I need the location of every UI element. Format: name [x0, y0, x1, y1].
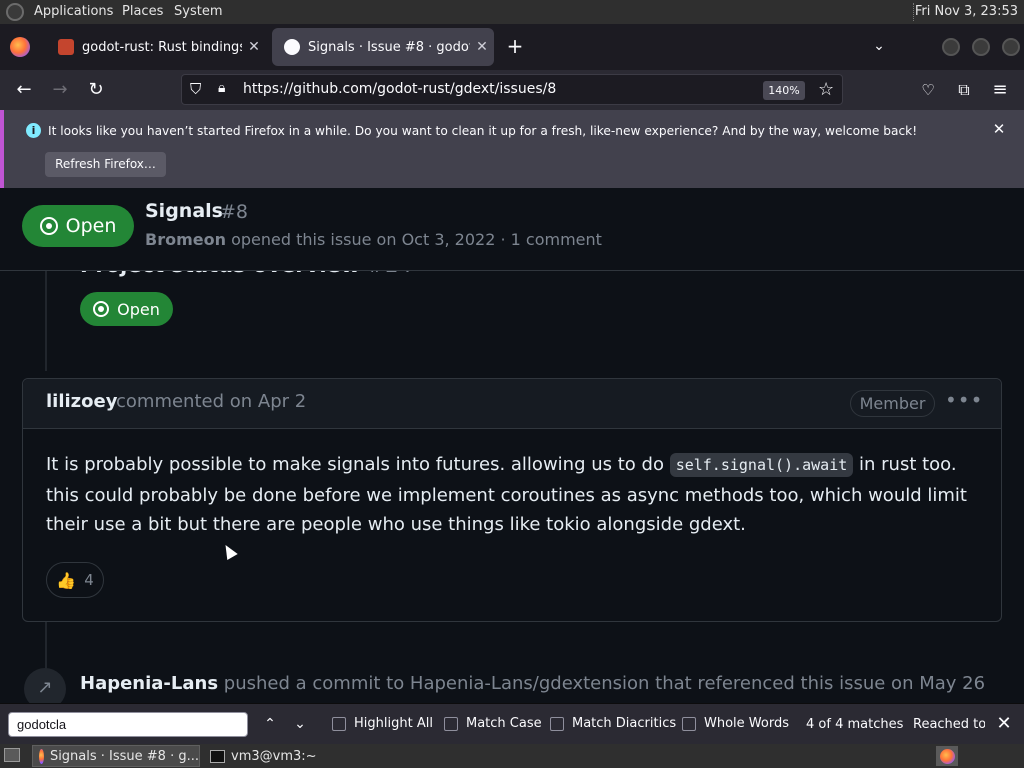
find-previous-chevron-up-icon[interactable]: ⌃ [259, 712, 281, 736]
issue-title[interactable]: Signals [145, 200, 223, 222]
extensions-puzzle-icon[interactable]: ⧉ [952, 78, 976, 102]
thumbs-up-reaction-button[interactable]: 👍 4 [46, 562, 104, 598]
inline-code: self.signal().await [669, 453, 854, 477]
taskbar-item-label: Signals · Issue #8 · g... [49, 748, 199, 764]
checkbox-box[interactable] [444, 716, 458, 731]
checkbox-box[interactable] [682, 716, 696, 731]
close-find-bar-icon[interactable]: ✕ [995, 715, 1013, 733]
github-favicon-icon [284, 39, 300, 55]
bookmark-star-icon[interactable]: ☆ [818, 79, 834, 100]
member-badge: Member [850, 390, 935, 417]
hamburger-menu-icon[interactable]: ≡ [988, 78, 1012, 102]
find-wrap-status: Reached top of page, continued from bott… [913, 717, 985, 732]
tab-godot-rust[interactable]: godot-rust: Rust bindings fo ✕ [46, 28, 266, 66]
close-notification-icon[interactable]: ✕ [991, 121, 1007, 137]
forward-arrow-icon[interactable]: → [48, 78, 72, 102]
thumbs-up-icon: 👍 [56, 570, 77, 590]
places-menu[interactable]: Places [122, 4, 163, 19]
comment-author-link[interactable]: lilizoey [46, 391, 117, 412]
system-menu[interactable]: System [174, 4, 222, 19]
firefox-icon [39, 748, 44, 764]
highlight-all-checkbox[interactable]: Highlight All [332, 716, 433, 731]
new-tab-plus-icon[interactable]: + [505, 36, 525, 56]
find-bar: ⌃ ⌄ Highlight All Match Case Match Diacr… [0, 703, 1024, 744]
address-bar[interactable]: ⛉ 🔒︎ https://github.com/godot-rust/gdext… [181, 74, 843, 105]
distro-logo-icon[interactable] [6, 3, 24, 21]
issue-meta: Bromeon opened this issue on Oct 3, 2022… [145, 230, 602, 249]
notification-message: It looks like you haven’t started Firefo… [48, 124, 918, 138]
reload-icon[interactable]: ↻ [84, 78, 108, 102]
option-label: Match Diacritics [572, 716, 677, 731]
state-label: Open [117, 299, 160, 319]
system-top-panel: Applications Places System Fri Nov 3, 23… [0, 0, 1024, 24]
reaction-count: 4 [84, 571, 94, 589]
pocket-icon[interactable]: ♡ [916, 78, 940, 102]
terminal-icon [210, 749, 225, 763]
timeline-line [45, 271, 47, 371]
back-arrow-icon[interactable]: ← [12, 78, 36, 102]
whole-words-checkbox[interactable]: Whole Words [682, 716, 789, 731]
tab-title: Signals · Issue #8 · godot-ru [308, 39, 470, 55]
clock[interactable]: Fri Nov 3, 23:53 [915, 4, 1018, 19]
comment-date-link[interactable]: commented on Apr 2 [116, 391, 306, 412]
taskbar-item-firefox[interactable]: Signals · Issue #8 · g... [32, 745, 200, 767]
tab-strip: godot-rust: Rust bindings fo ✕ Signals ·… [0, 24, 1024, 70]
tab-signals-issue[interactable]: Signals · Issue #8 · godot-ru ✕ [272, 28, 494, 66]
workspace-switcher[interactable] [936, 746, 958, 766]
bottom-taskbar: Signals · Issue #8 · g... vm3@vm3:~ [0, 744, 1024, 768]
issue-meta-text: opened this issue on Oct 3, 2022 · 1 com… [225, 230, 602, 249]
info-icon: i [26, 123, 41, 138]
tab-title: godot-rust: Rust bindings fo [82, 39, 242, 55]
issue-author-link[interactable]: Bromeon [145, 230, 226, 249]
taskbar-item-label: vm3@vm3:~ [231, 748, 317, 764]
find-match-count: 4 of 4 matches [806, 717, 904, 732]
list-all-tabs-chevron-down-icon[interactable]: ⌄ [870, 37, 888, 55]
state-label: Open [65, 215, 117, 237]
firefox-icon [939, 748, 955, 764]
applications-menu[interactable]: Applications [34, 4, 113, 19]
taskbar-item-terminal[interactable]: vm3@vm3:~ [204, 745, 374, 767]
match-diacritics-checkbox[interactable]: Match Diacritics [550, 716, 676, 731]
firefox-view-icon[interactable] [10, 37, 30, 57]
find-input[interactable] [8, 712, 248, 737]
match-case-checkbox[interactable]: Match Case [444, 716, 542, 731]
close-tab-icon[interactable]: ✕ [242, 39, 266, 55]
tracking-protection-shield-icon[interactable]: ⛉ [190, 80, 201, 98]
event-actor-link[interactable]: Hapenia-Lans [80, 673, 218, 694]
option-label: Match Case [466, 716, 542, 731]
timeline-event: Hapenia-Lans pushed a commit to Hapenia-… [80, 673, 985, 694]
refresh-firefox-button[interactable]: Refresh Firefox… [45, 152, 166, 177]
referenced-issue-state-badge: Open [80, 292, 173, 326]
option-label: Highlight All [354, 716, 433, 731]
zoom-level-button[interactable]: 140% [763, 81, 805, 100]
url-text[interactable]: https://github.com/godot-rust/gdext/issu… [243, 81, 556, 97]
issue-opened-icon [93, 301, 110, 317]
comment-options-kebab-icon[interactable]: ••• [945, 388, 982, 416]
checkbox-box[interactable] [332, 716, 346, 731]
maximize-window-icon[interactable] [972, 38, 990, 56]
timeline-line [45, 622, 47, 672]
find-next-chevron-down-icon[interactable]: ⌄ [289, 712, 311, 736]
github-octocat-favicon-icon [58, 39, 74, 55]
option-label: Whole Words [704, 716, 789, 731]
event-text: pushed a commit to Hapenia-Lans/gdextens… [218, 673, 986, 694]
issue-opened-icon [39, 217, 58, 235]
close-tab-icon[interactable]: ✕ [470, 39, 494, 55]
minimize-window-icon[interactable] [942, 38, 960, 56]
issue-state-badge: Open [22, 205, 134, 247]
comment-body: It is probably possible to make signals … [46, 450, 986, 540]
checkbox-box[interactable] [550, 716, 564, 731]
close-window-icon[interactable] [1002, 38, 1020, 56]
comment-text: It is probably possible to make signals … [46, 454, 670, 475]
show-desktop-icon[interactable] [4, 748, 20, 762]
issue-number: #8 [220, 201, 249, 223]
padlock-icon[interactable]: 🔒︎ [218, 80, 225, 96]
